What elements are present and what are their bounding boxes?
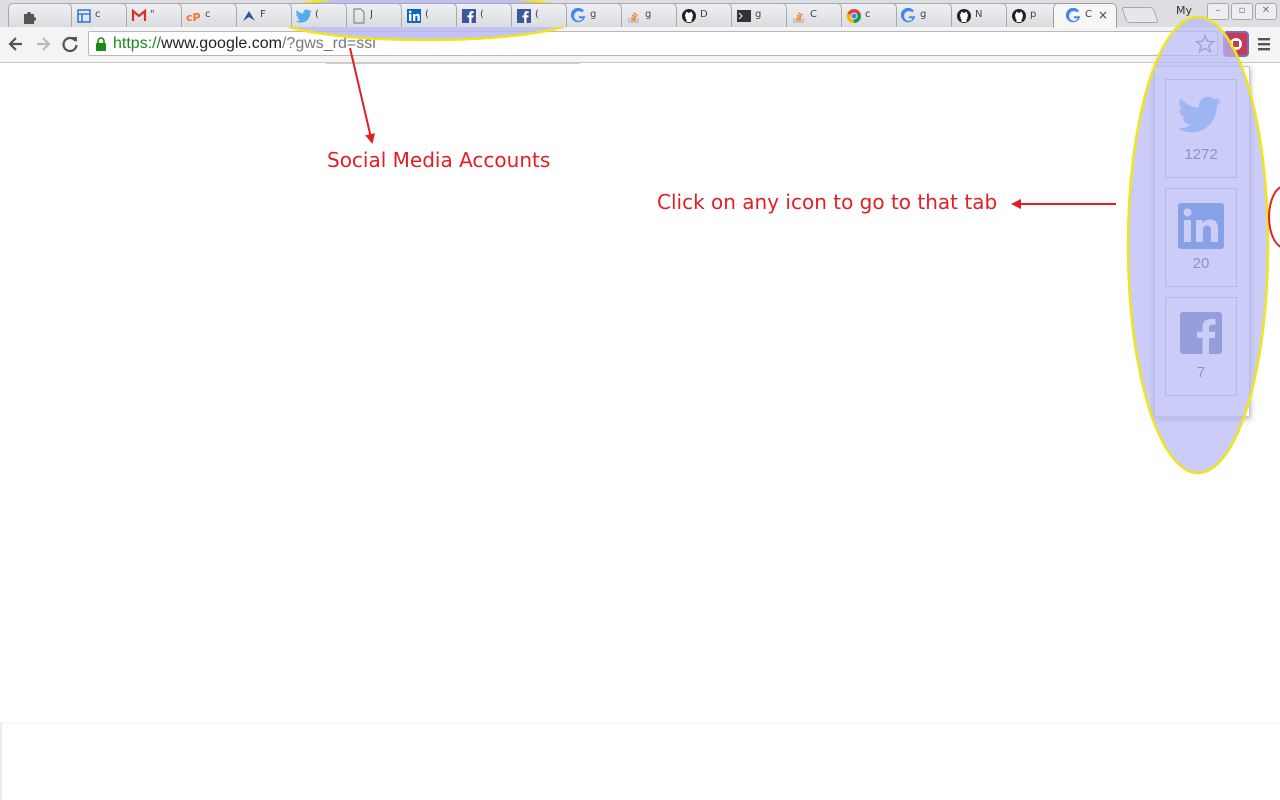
tab-0[interactable] <box>8 3 72 27</box>
tab-13[interactable]: g <box>723 3 787 27</box>
tab-15[interactable]: c <box>833 3 897 27</box>
tab-14[interactable]: C <box>778 3 842 27</box>
linkedin-icon <box>1178 203 1224 249</box>
tab-title: ( <box>315 9 319 20</box>
close-window-button[interactable]: ✕ <box>1255 3 1277 20</box>
facebook-icon <box>1180 312 1222 354</box>
cpanel-icon: cP <box>186 11 201 24</box>
tab-title: g <box>590 9 597 20</box>
forward-arrow-icon[interactable] <box>33 34 53 54</box>
tab-6[interactable]: J <box>338 3 402 27</box>
url-scheme: https:// <box>113 35 162 52</box>
google-icon <box>1066 8 1081 23</box>
facebook-icon <box>517 9 531 23</box>
minimize-button[interactable]: – <box>1207 3 1229 20</box>
tab-title: g <box>755 9 762 20</box>
tab-title: p <box>1030 9 1037 20</box>
tab-title: c <box>95 9 101 20</box>
back-arrow-icon[interactable] <box>6 34 26 54</box>
facebook-icon <box>462 9 476 23</box>
popup-item-facebook[interactable]: 7 <box>1165 297 1237 396</box>
tab-title: F <box>260 9 266 20</box>
twitter-icon <box>1178 96 1222 133</box>
svg-text:cP: cP <box>186 11 201 24</box>
tab-9[interactable]: ( <box>503 3 567 27</box>
page-bottom-edge <box>0 722 1280 800</box>
tab-list: c " cP c F(J(((g g Dg Cc g Np C × <box>0 0 1180 28</box>
github-icon <box>957 9 971 23</box>
linkedin-count: 20 <box>1192 255 1210 272</box>
tab-19[interactable]: C × <box>1053 3 1117 28</box>
tab-title: C <box>1085 9 1092 20</box>
tab-11[interactable]: g <box>613 3 677 27</box>
stackoverflow-icon <box>628 12 639 23</box>
github-icon <box>1012 9 1026 23</box>
twitter-bird <box>1178 96 1222 133</box>
click-icon-annotation: Click on any icon to go to that tab <box>657 190 998 214</box>
tab-title: J <box>370 9 373 20</box>
tab-title: c <box>205 9 211 20</box>
new-tab-button[interactable] <box>1121 7 1159 23</box>
linkedin-icon <box>407 9 421 23</box>
puzzle-icon <box>24 12 36 24</box>
tab-17[interactable]: N <box>943 3 1007 27</box>
tab-title: g <box>920 9 927 20</box>
url-text: https://www.google.com/?gws_rd=ssl <box>113 35 376 53</box>
tab-title: ( <box>535 9 539 20</box>
bookmark-star-icon[interactable] <box>1195 34 1215 54</box>
tab-16[interactable]: g <box>888 3 952 27</box>
maximize-button[interactable]: ▫ <box>1231 3 1253 20</box>
tab-1[interactable]: c <box>63 3 127 27</box>
profile-button[interactable]: My <box>1176 4 1192 17</box>
omnibox-dropdown-edge <box>326 63 580 64</box>
page-icon <box>353 8 365 24</box>
window-layout-icon <box>77 9 91 23</box>
tab-strip: c " cP c F(J(((g g Dg Cc g Np C × My – ▫ ✕ <box>0 0 1280 28</box>
reload-icon[interactable] <box>60 34 80 54</box>
tab-8[interactable]: ( <box>448 3 512 27</box>
menu-icon[interactable] <box>1256 35 1272 53</box>
tab-title: " <box>150 9 155 20</box>
tab-7[interactable]: ( <box>393 3 457 27</box>
popup-item-twitter[interactable]: 1272 <box>1165 79 1237 178</box>
chrome-icon <box>846 9 861 24</box>
google-icon <box>901 8 916 23</box>
extension-button[interactable] <box>1223 31 1249 57</box>
bird-icon <box>243 11 255 21</box>
tab-2[interactable]: " <box>118 3 182 27</box>
url-path: /?gws_rd=ssl <box>281 35 376 52</box>
github-icon <box>682 9 696 23</box>
gmail-icon <box>131 8 147 21</box>
facebook-count: 7 <box>1196 364 1206 381</box>
tab-close-button[interactable]: × <box>1098 8 1108 22</box>
side-annotation-arc <box>1268 185 1280 249</box>
twitter-icon <box>296 9 312 23</box>
lock-icon <box>96 37 106 51</box>
tab-4[interactable]: F <box>228 3 292 27</box>
browser-toolbar: https://www.google.com/?gws_rd=ssl <box>0 27 1280 63</box>
popup-item-linkedin[interactable]: 20 <box>1165 188 1237 287</box>
tab-12[interactable]: D <box>668 3 732 27</box>
tab-title: g <box>645 9 652 20</box>
tab-title: ( <box>425 9 429 20</box>
address-bar[interactable]: https://www.google.com/?gws_rd=ssl <box>88 31 1218 56</box>
tab-title: N <box>975 9 983 20</box>
tab-title: D <box>700 9 708 20</box>
tab-title: C <box>810 9 817 20</box>
twitter-count: 1272 <box>1184 146 1218 163</box>
tab-title: c <box>865 9 871 20</box>
url-host: www.google.com <box>161 35 282 52</box>
stackoverflow-icon <box>793 12 804 23</box>
annotation-overlay <box>273 0 1270 475</box>
google-icon <box>571 8 586 23</box>
tab-title: ( <box>480 9 484 20</box>
tab-10[interactable]: g <box>558 3 622 27</box>
social-media-annotation: Social Media Accounts <box>327 148 551 172</box>
tab-5[interactable]: ( <box>283 3 347 27</box>
terminal-icon <box>737 10 751 22</box>
social-tabs-popup: 1272 20 7 <box>1154 66 1250 417</box>
tab-3[interactable]: cP c <box>173 3 237 27</box>
tab-manager-extension-icon <box>1230 38 1242 50</box>
